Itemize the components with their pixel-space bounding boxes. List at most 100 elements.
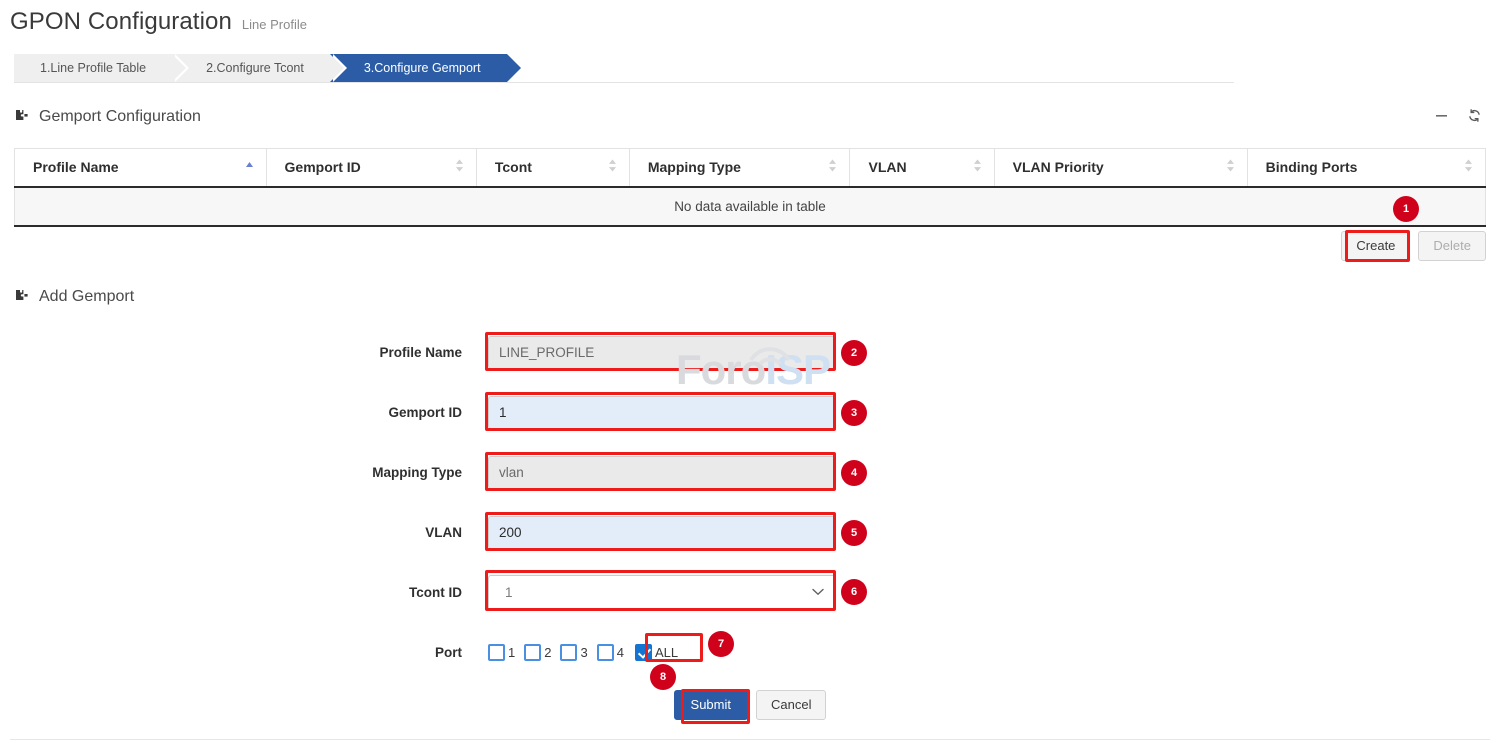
- column-header-gemport-id[interactable]: Gemport ID: [266, 149, 476, 187]
- create-button[interactable]: Create: [1341, 231, 1410, 261]
- column-header-profile-name[interactable]: Profile Name: [15, 149, 267, 187]
- annotation-badge-6: 6: [841, 579, 867, 605]
- gemport-table: Profile Name Gemport ID Tcont: [14, 148, 1486, 227]
- panel-tools: [1434, 108, 1482, 123]
- tcont-id-select-wrap: 1: [488, 575, 836, 610]
- annotation-badge-7: 7: [708, 631, 734, 657]
- column-header-mapping-type[interactable]: Mapping Type: [629, 149, 850, 187]
- form-row-tcont-id: Tcont ID 1 6: [0, 562, 1500, 622]
- submit-button[interactable]: Submit: [674, 690, 748, 720]
- form-row-vlan: VLAN 5: [0, 502, 1500, 562]
- page-subtitle: Line Profile: [242, 17, 307, 32]
- annotation-badge-2: 2: [841, 340, 867, 366]
- gpon-configuration-page: GPON Configuration Line Profile 1.Line P…: [0, 0, 1500, 744]
- form-row-profile-name: Profile Name 2: [0, 322, 1500, 382]
- port-checkbox-item-1[interactable]: 1: [488, 644, 515, 661]
- tcont-id-label: Tcont ID: [0, 585, 488, 600]
- port-label: Port: [0, 645, 488, 660]
- column-label: Profile Name: [33, 159, 119, 175]
- sort-icon: [1226, 159, 1235, 176]
- annotation-badge-1: 1: [1393, 196, 1419, 222]
- minus-icon[interactable]: [1434, 108, 1449, 123]
- delete-button[interactable]: Delete: [1418, 231, 1486, 261]
- mapping-type-control: 4: [488, 456, 836, 489]
- column-header-vlan[interactable]: VLAN: [850, 149, 994, 187]
- annotation-badge-3: 3: [841, 400, 867, 426]
- annotation-badge-4: 4: [841, 460, 867, 486]
- port-checkbox-3[interactable]: [560, 644, 577, 661]
- form-title: Add Gemport: [39, 288, 134, 306]
- sort-asc-icon: [245, 159, 254, 175]
- refresh-icon[interactable]: [1467, 108, 1482, 123]
- panel-title: Gemport Configuration: [39, 108, 201, 126]
- form-row-gemport-id: Gemport ID 3: [0, 382, 1500, 442]
- column-label: VLAN Priority: [1013, 159, 1104, 175]
- sort-icon: [1464, 159, 1473, 176]
- annotation-badge-8: 8: [650, 664, 676, 690]
- gemport-id-input[interactable]: [488, 396, 836, 429]
- column-header-vlan-priority[interactable]: VLAN Priority: [994, 149, 1247, 187]
- mapping-type-label: Mapping Type: [0, 465, 488, 480]
- port-checkbox-item-all[interactable]: ALL: [635, 644, 678, 661]
- port-checkbox-3-label: 3: [580, 645, 587, 660]
- profile-name-control: 2: [488, 336, 836, 369]
- puzzle-piece-icon: [14, 289, 30, 305]
- port-checkbox-group: 1 2 3 4 ALL: [488, 644, 678, 661]
- annotation-badge-5: 5: [841, 520, 867, 546]
- wizard-step-3-label: 3.Configure Gemport: [364, 61, 481, 75]
- form-row-port: Port 1 2 3: [0, 622, 1500, 682]
- form-actions: Submit Cancel: [0, 690, 1500, 720]
- table-row-empty: No data available in table: [15, 187, 1486, 226]
- vlan-label: VLAN: [0, 525, 488, 540]
- column-label: VLAN: [868, 159, 906, 175]
- cancel-button[interactable]: Cancel: [756, 690, 826, 720]
- empty-table-message: No data available in table: [15, 187, 1486, 226]
- port-checkbox-4[interactable]: [597, 644, 614, 661]
- port-checkbox-1-label: 1: [508, 645, 515, 660]
- wizard-step-2-label: 2.Configure Tcont: [206, 61, 304, 75]
- bottom-divider: [10, 739, 1490, 740]
- wizard-step-3[interactable]: 3.Configure Gemport: [330, 54, 507, 83]
- column-label: Gemport ID: [285, 159, 361, 175]
- table-header-row: Profile Name Gemport ID Tcont: [15, 149, 1486, 187]
- wizard-step-2[interactable]: 2.Configure Tcont: [172, 54, 330, 83]
- sort-icon: [608, 159, 617, 176]
- page-title: GPON Configuration: [10, 8, 232, 36]
- port-checkbox-item-3[interactable]: 3: [560, 644, 587, 661]
- port-control: 1 2 3 4 ALL: [488, 644, 678, 661]
- column-label: Tcont: [495, 159, 532, 175]
- vlan-control: 5: [488, 516, 836, 549]
- wizard-step-1[interactable]: 1.Line Profile Table: [14, 54, 172, 83]
- port-checkbox-2-label: 2: [544, 645, 551, 660]
- profile-name-input[interactable]: [488, 336, 836, 369]
- wizard-steps: 1.Line Profile Table 2.Configure Tcont 3…: [14, 54, 507, 83]
- port-checkbox-all[interactable]: [635, 644, 652, 661]
- tcont-id-control: 1 6: [488, 575, 836, 610]
- gemport-id-label: Gemport ID: [0, 405, 488, 420]
- tcont-id-select[interactable]: 1: [488, 575, 836, 610]
- table-actions: Create Delete: [1341, 231, 1486, 261]
- mapping-type-input[interactable]: [488, 456, 836, 489]
- column-header-binding-ports[interactable]: Binding Ports: [1247, 149, 1485, 187]
- column-header-tcont[interactable]: Tcont: [476, 149, 629, 187]
- sort-icon: [973, 159, 982, 176]
- gemport-configuration-panel-header: Gemport Configuration: [14, 108, 201, 126]
- gemport-id-control: 3: [488, 396, 836, 429]
- column-label: Binding Ports: [1266, 159, 1358, 175]
- vlan-input[interactable]: [488, 516, 836, 549]
- profile-name-label: Profile Name: [0, 345, 488, 360]
- column-label: Mapping Type: [648, 159, 741, 175]
- puzzle-piece-icon: [14, 109, 30, 125]
- port-checkbox-item-2[interactable]: 2: [524, 644, 551, 661]
- port-checkbox-2[interactable]: [524, 644, 541, 661]
- form-row-mapping-type: Mapping Type 4: [0, 442, 1500, 502]
- port-checkbox-all-label: ALL: [655, 645, 678, 660]
- add-gemport-form: Profile Name 2 Gemport ID 3 Mapping Type…: [0, 322, 1500, 682]
- sort-icon: [828, 159, 837, 176]
- wizard-divider: [14, 82, 1234, 83]
- port-checkbox-1[interactable]: [488, 644, 505, 661]
- port-checkbox-item-4[interactable]: 4: [597, 644, 624, 661]
- add-gemport-panel-header: Add Gemport: [14, 288, 134, 306]
- sort-icon: [455, 159, 464, 176]
- wizard-step-1-label: 1.Line Profile Table: [40, 61, 146, 75]
